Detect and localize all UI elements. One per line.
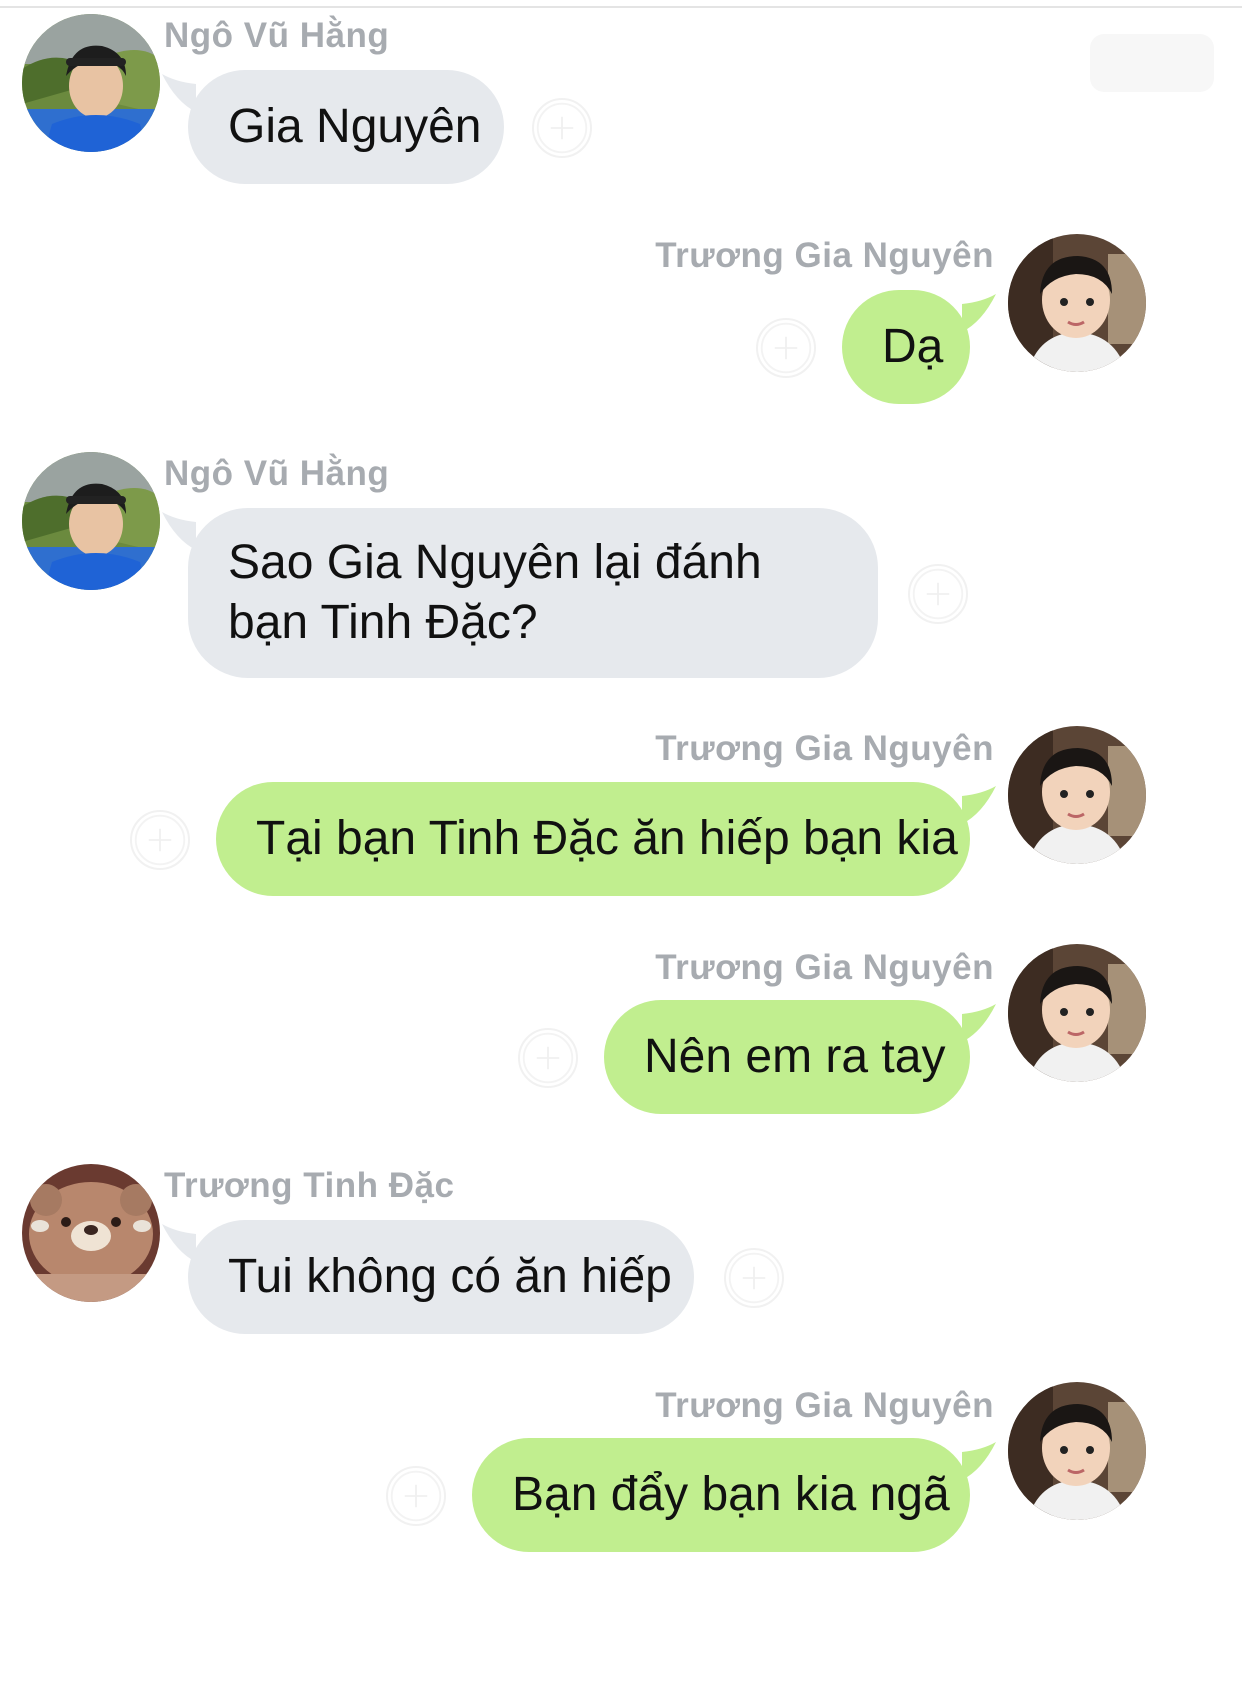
sender-name: Trương Gia Nguyên (655, 236, 994, 275)
sender-name: Ngô Vũ Hằng (164, 454, 390, 493)
avatar[interactable] (22, 452, 160, 590)
message-text: Dạ (882, 320, 944, 373)
add-reaction-icon (132, 812, 188, 868)
message-bubble[interactable]: Gia Nguyên (188, 70, 504, 184)
sender-name: Trương Gia Nguyên (655, 948, 994, 987)
top-divider (0, 6, 1242, 8)
message-text: Tui không có ăn hiếp (228, 1250, 672, 1303)
add-reaction-icon (534, 100, 590, 156)
message-bubble[interactable]: Sao Gia Nguyên lại đánh bạn Tinh Đặc? (188, 508, 878, 678)
bubble-tail (962, 786, 996, 824)
add-reaction-button[interactable] (130, 810, 190, 870)
message-bubble[interactable]: Dạ (842, 290, 970, 404)
add-reaction-button[interactable] (724, 1248, 784, 1308)
avatar-image (1008, 944, 1146, 1082)
add-reaction-button[interactable] (908, 564, 968, 624)
message-bubble[interactable]: Bạn đẩy bạn kia ngã (472, 1438, 970, 1552)
bubble-tail (962, 294, 996, 332)
avatar[interactable] (1008, 1382, 1146, 1520)
message-text: Tại bạn Tinh Đặc ăn hiếp bạn kia (256, 812, 958, 865)
message-text: Sao Gia Nguyên lại đánh bạn Tinh Đặc? (228, 536, 762, 649)
add-reaction-icon (520, 1030, 576, 1086)
faded-header-button (1090, 34, 1214, 92)
avatar-image (1008, 1382, 1146, 1520)
bubble-tail (962, 1004, 996, 1042)
avatar-image (22, 1164, 160, 1302)
add-reaction-icon (758, 320, 814, 376)
message-text: Bạn đẩy bạn kia ngã (512, 1468, 950, 1521)
message-text: Nên em ra tay (644, 1030, 946, 1083)
message-bubble[interactable]: Tại bạn Tinh Đặc ăn hiếp bạn kia (216, 782, 970, 896)
add-reaction-button[interactable] (532, 98, 592, 158)
add-reaction-button[interactable] (756, 318, 816, 378)
message-text: Gia Nguyên (228, 100, 482, 153)
message-bubble[interactable]: Tui không có ăn hiếp (188, 1220, 694, 1334)
sender-name: Trương Gia Nguyên (655, 729, 994, 768)
avatar[interactable] (1008, 234, 1146, 372)
avatar-image (22, 452, 160, 590)
avatar-image (22, 14, 160, 152)
sender-name: Ngô Vũ Hằng (164, 16, 390, 55)
avatar[interactable] (1008, 726, 1146, 864)
avatar-image (1008, 726, 1146, 864)
avatar[interactable] (1008, 944, 1146, 1082)
sender-name: Trương Gia Nguyên (655, 1386, 994, 1425)
add-reaction-icon (910, 566, 966, 622)
add-reaction-button[interactable] (386, 1466, 446, 1526)
add-reaction-icon (726, 1250, 782, 1306)
avatar-image (1008, 234, 1146, 372)
sender-name: Trương Tinh Đặc (164, 1166, 455, 1205)
avatar[interactable] (22, 14, 160, 152)
add-reaction-icon (388, 1468, 444, 1524)
avatar[interactable] (22, 1164, 160, 1302)
message-bubble[interactable]: Nên em ra tay (604, 1000, 970, 1114)
add-reaction-button[interactable] (518, 1028, 578, 1088)
bubble-tail (962, 1442, 996, 1480)
